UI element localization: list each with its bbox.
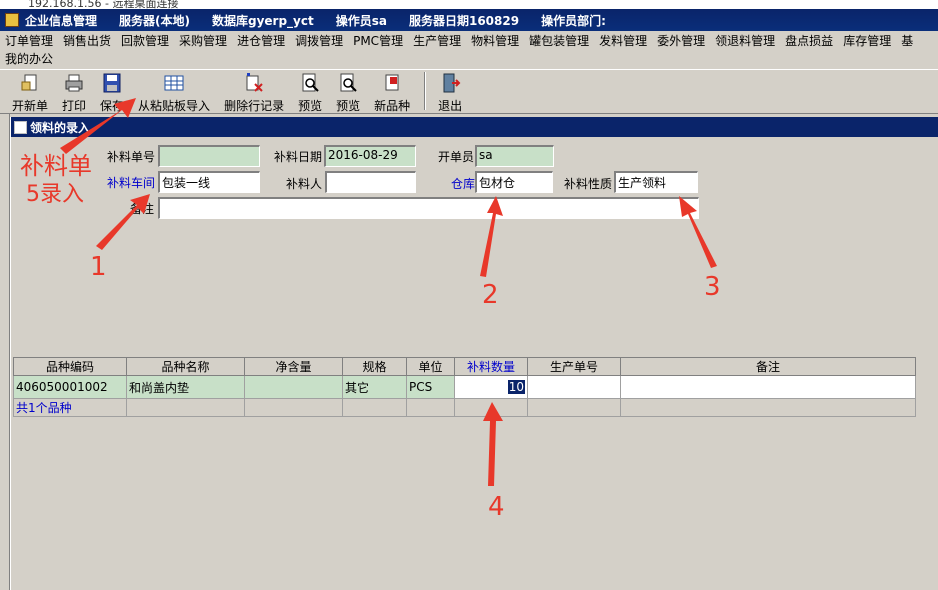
- new-item-icon: [381, 72, 403, 94]
- preview-icon: [337, 72, 359, 94]
- remote-desktop-strip: 192.168.1.56 - 远程桌面连接: [0, 0, 938, 9]
- menu-item-sales[interactable]: 销售出货: [58, 32, 116, 49]
- remote-desktop-title: 192.168.1.56 - 远程桌面连接: [28, 0, 179, 9]
- menu-item-materials[interactable]: 物料管理: [466, 32, 524, 49]
- new-doc-icon: [19, 72, 41, 94]
- form-title-bar: 领料的录入: [11, 117, 938, 137]
- grid-footer-count: 共1个品种: [13, 398, 127, 417]
- menu-item-production[interactable]: 生产管理: [408, 32, 466, 49]
- items-grid: 品种编码 品种名称 净含量 规格 单位 补料数量 生产单号 备注 4060500…: [13, 357, 916, 417]
- delete-row-button[interactable]: 删除行记录: [224, 70, 284, 114]
- save-disk-icon: [101, 72, 123, 94]
- creator-label: 开单员: [438, 150, 475, 164]
- annotation-number-2: 2: [482, 280, 499, 310]
- menu-item-requisition[interactable]: 领退料管理: [710, 32, 780, 49]
- col-header-qty[interactable]: 补料数量: [454, 357, 528, 376]
- annotation-number-4: 4: [488, 492, 505, 522]
- col-header-unit[interactable]: 单位: [406, 357, 455, 376]
- cell-code[interactable]: 406050001002: [13, 375, 127, 399]
- menu-item-stocktake[interactable]: 盘点损益: [780, 32, 838, 49]
- type-label: 补料性质: [564, 177, 613, 191]
- app-title: 企业信息管理: [25, 13, 98, 28]
- col-header-net[interactable]: 净含量: [244, 357, 343, 376]
- warehouse-field[interactable]: 包材仓: [475, 171, 553, 193]
- grid-footer-row: 共1个品种: [13, 398, 916, 417]
- type-field[interactable]: 生产领料: [614, 171, 698, 193]
- operator-label: 操作员sa: [335, 13, 387, 28]
- menu-item-inventory[interactable]: 库存管理: [838, 32, 896, 49]
- save-button[interactable]: 保存: [100, 70, 124, 114]
- operator-dept-label: 操作员部门:: [541, 13, 606, 28]
- menu-item-issue[interactable]: 发料管理: [594, 32, 652, 49]
- doc-no-field[interactable]: [158, 145, 260, 167]
- new-doc-button[interactable]: 开新单: [12, 70, 48, 114]
- person-label: 补料人: [286, 177, 323, 191]
- col-header-code[interactable]: 品种编码: [13, 357, 127, 376]
- printer-icon: [63, 72, 85, 94]
- col-header-name[interactable]: 品种名称: [126, 357, 245, 376]
- menu-item-orders[interactable]: 订单管理: [0, 32, 58, 49]
- menu-row-2: 我的办公: [0, 49, 938, 67]
- remark-field[interactable]: [158, 197, 699, 219]
- menu-item-transfer[interactable]: 调拨管理: [290, 32, 348, 49]
- app-title-bar: 企业信息管理 服务器(本地) 数据库gyerp_yct 操作员sa 服务器日期1…: [0, 9, 938, 31]
- database-label: 数据库gyerp_yct: [212, 13, 314, 28]
- col-header-remark[interactable]: 备注: [620, 357, 916, 376]
- annotation-number-1: 1: [90, 252, 107, 282]
- col-header-spec[interactable]: 规格: [342, 357, 407, 376]
- toolbar-separator: [424, 72, 427, 110]
- form-icon: [14, 120, 27, 134]
- cell-qty-editing[interactable]: 10: [454, 375, 528, 399]
- grid-header-row: 品种编码 品种名称 净含量 规格 单位 补料数量 生产单号 备注: [13, 357, 916, 376]
- exit-door-icon: [439, 72, 461, 94]
- app-icon: [5, 13, 19, 27]
- remark-label: 备注: [130, 202, 155, 216]
- doc-date-label: 补料日期: [274, 150, 323, 164]
- cell-name[interactable]: 和尚盖内垫: [126, 375, 245, 399]
- menu-item-my-office[interactable]: 我的办公: [0, 50, 58, 67]
- annotation-number-3: 3: [704, 272, 721, 302]
- form-title: 领料的录入: [30, 120, 91, 135]
- menu-item-pmc[interactable]: PMC管理: [348, 32, 408, 49]
- print-button[interactable]: 打印: [62, 70, 86, 114]
- menu-item-payments[interactable]: 回款管理: [116, 32, 174, 49]
- preview-button-2[interactable]: 预览: [336, 70, 360, 114]
- cell-unit[interactable]: PCS: [406, 375, 455, 399]
- menu-row-1: 订单管理 销售出货 回款管理 采购管理 进仓管理 调拨管理 PMC管理 生产管理…: [0, 31, 938, 49]
- left-dock: [0, 114, 10, 590]
- creator-field[interactable]: sa: [475, 145, 554, 167]
- doc-no-label: 补料单号: [107, 150, 156, 164]
- toolbar: 开新单 打印 保存 从粘贴板导入 删除行记录 预览 预览 新品种 退出: [0, 69, 938, 114]
- menu-bar: 订单管理 销售出货 回款管理 采购管理 进仓管理 调拨管理 PMC管理 生产管理…: [0, 31, 938, 69]
- delete-row-icon: [243, 72, 265, 94]
- cell-qty-value[interactable]: 10: [507, 380, 525, 394]
- cell-net[interactable]: [244, 375, 343, 399]
- exit-button[interactable]: 退出: [438, 70, 462, 114]
- menu-item-purchase[interactable]: 采购管理: [174, 32, 232, 49]
- table-row[interactable]: 406050001002 和尚盖内垫 其它 PCS 10: [13, 375, 916, 399]
- menu-item-basic[interactable]: 基: [896, 32, 918, 49]
- menu-item-outsourcing[interactable]: 委外管理: [652, 32, 710, 49]
- callout-label-2: 5录入: [26, 182, 84, 207]
- server-date-label: 服务器日期160829: [408, 13, 520, 28]
- cell-spec[interactable]: 其它: [342, 375, 407, 399]
- cell-remark[interactable]: [620, 375, 916, 399]
- import-clipboard-button[interactable]: 从粘贴板导入: [138, 70, 210, 114]
- preview-icon: [299, 72, 321, 94]
- new-item-button[interactable]: 新品种: [374, 70, 410, 114]
- cell-order-no[interactable]: [527, 375, 621, 399]
- workshop-field[interactable]: 包装一线: [158, 171, 260, 193]
- server-label: 服务器(本地): [119, 13, 190, 28]
- menu-item-warehouse-in[interactable]: 进仓管理: [232, 32, 290, 49]
- person-field[interactable]: [325, 171, 416, 193]
- col-header-order-no[interactable]: 生产单号: [527, 357, 621, 376]
- grid-import-icon: [163, 72, 185, 94]
- preview-button-1[interactable]: 预览: [298, 70, 322, 114]
- warehouse-label[interactable]: 仓库: [451, 175, 475, 192]
- doc-date-field[interactable]: 2016-08-29: [324, 145, 416, 167]
- menu-item-packaging[interactable]: 罐包装管理: [524, 32, 594, 49]
- workshop-label[interactable]: 补料车间: [107, 174, 155, 191]
